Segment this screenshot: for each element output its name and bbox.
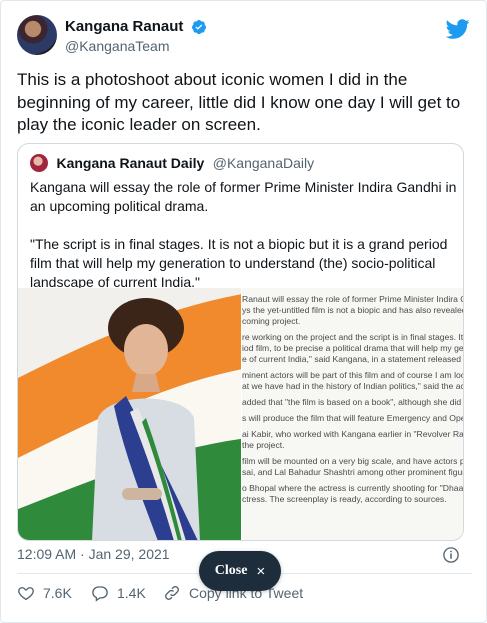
article-line: sai, and Lal Bahadur Shashtri among othe… bbox=[242, 467, 464, 477]
reply-count: 1.4K bbox=[117, 585, 146, 601]
article-line: s will produce the film that will featur… bbox=[242, 413, 464, 423]
tweet-text: This is a photoshoot about iconic women … bbox=[17, 70, 461, 134]
quoted-paragraph-2: "The script is in final stages. It is no… bbox=[30, 236, 448, 290]
quoted-tweet-header: Kangana Ranaut Daily @KanganaDaily bbox=[30, 154, 314, 174]
author-avatar[interactable] bbox=[17, 15, 57, 55]
tweet-header: Kangana Ranaut @KanganaTeam bbox=[17, 15, 472, 59]
quoted-author-avatar bbox=[30, 154, 48, 172]
link-icon bbox=[165, 586, 179, 600]
verified-badge-icon bbox=[191, 19, 206, 34]
author-handle[interactable]: @KanganaTeam bbox=[65, 37, 207, 55]
heart-icon bbox=[18, 587, 34, 601]
article-line: film will be mounted on a very big scale… bbox=[242, 456, 464, 466]
close-label: Close bbox=[214, 563, 248, 578]
article-line: ctress. The screenplay is ready, accordi… bbox=[242, 494, 447, 504]
article-line: coming project. bbox=[242, 316, 301, 326]
close-x-icon: × bbox=[256, 562, 266, 580]
article-line: iod film, to be precise a political dram… bbox=[242, 343, 464, 353]
quoted-tweet-text: Kangana will essay the role of former Pr… bbox=[30, 178, 458, 292]
tweet-card: Kangana Ranaut @KanganaTeam This is a ph… bbox=[0, 0, 487, 623]
article-line: at we have had in the history of Indian … bbox=[242, 381, 464, 391]
author-display-name[interactable]: Kangana Ranaut bbox=[65, 17, 183, 36]
article-line: the project. bbox=[242, 440, 285, 450]
info-icon[interactable] bbox=[442, 546, 460, 564]
like-button[interactable]: 7.6K bbox=[17, 581, 72, 605]
article-line: re working on the project and the script… bbox=[242, 332, 464, 342]
author-name-block[interactable]: Kangana Ranaut @KanganaTeam bbox=[65, 17, 207, 55]
reply-button[interactable]: 1.4K bbox=[91, 581, 146, 605]
article-line: e of current India," said Kangana, in a … bbox=[242, 354, 464, 364]
quoted-author-name: Kangana Ranaut Daily bbox=[56, 155, 205, 171]
article-line: ai Kabir, who worked with Kangana earlie… bbox=[242, 429, 464, 439]
photo-portrait[interactable] bbox=[18, 288, 241, 540]
reply-bubble-icon bbox=[92, 586, 108, 602]
article-line: o Bhopal where the actress is currently … bbox=[242, 483, 464, 493]
article-line: Ranaut will essay the role of former Pri… bbox=[242, 294, 464, 304]
article-clipping[interactable]: Ranaut will essay the role of former Pri… bbox=[242, 288, 464, 540]
quoted-media[interactable]: Ranaut will essay the role of former Pri… bbox=[18, 288, 464, 540]
quoted-author-handle: @KanganaDaily bbox=[212, 155, 315, 171]
tweet-timestamp[interactable]: 12:09 AM · Jan 29, 2021 bbox=[17, 546, 170, 562]
close-button[interactable]: Close × bbox=[199, 551, 281, 591]
article-line: ys the yet-untitled film is not a biopic… bbox=[242, 305, 464, 315]
quoted-paragraph-1: Kangana will essay the role of former Pr… bbox=[30, 179, 457, 214]
quoted-tweet[interactable]: Kangana Ranaut Daily @KanganaDaily Kanga… bbox=[17, 143, 464, 541]
article-line: added that "the film is based on a book"… bbox=[242, 397, 464, 407]
like-count: 7.6K bbox=[43, 585, 72, 601]
article-line: minent actors will be part of this film … bbox=[242, 370, 464, 380]
portrait-illustration bbox=[18, 288, 241, 540]
twitter-bird-icon[interactable] bbox=[446, 17, 470, 41]
